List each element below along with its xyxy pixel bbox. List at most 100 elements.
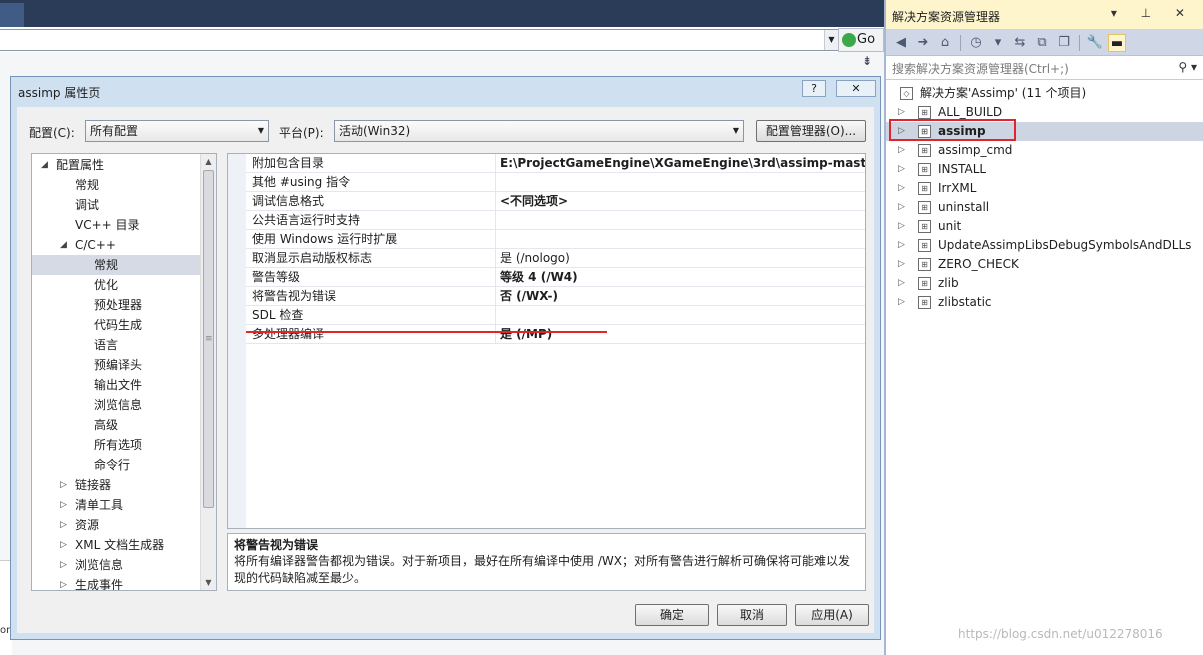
property-row[interactable]: 警告等级 等级 4 (/W4) (246, 268, 865, 287)
nav-item[interactable]: VC++ 目录 (32, 215, 201, 235)
property-row[interactable]: 取消显示启动版权标志 是 (/nologo) (246, 249, 865, 268)
nav-item[interactable]: ▷ 链接器 (32, 475, 201, 495)
apply-button[interactable]: 应用(A) (795, 604, 869, 626)
nav-item[interactable]: 命令行 (32, 455, 201, 475)
project-node[interactable]: ▷ ⊞ ZERO_CHECK (886, 255, 1203, 274)
project-node[interactable]: ▷ ⊞ zlib (886, 274, 1203, 293)
expand-arrow-icon[interactable]: ▷ (60, 535, 67, 555)
collapse-all-icon[interactable]: ⧉ (1033, 34, 1051, 52)
solution-explorer-search-input[interactable]: 搜索解决方案资源管理器(Ctrl+;) ⚲ ▾ (886, 56, 1203, 80)
config-select[interactable]: 所有配置 ▼ (85, 120, 269, 142)
show-all-files-icon[interactable]: ❐ (1055, 34, 1073, 52)
property-value[interactable] (495, 211, 865, 230)
help-button[interactable]: ? (802, 80, 826, 97)
close-button[interactable]: ✕ (836, 80, 876, 97)
property-row[interactable]: 附加包含目录 E:\ProjectGameEngine\XGameEngine\3… (246, 154, 865, 173)
project-node[interactable]: ▷ ⊞ INSTALL (886, 160, 1203, 179)
expand-arrow-icon[interactable]: ▷ (60, 495, 67, 515)
nav-item[interactable]: 常规 (32, 175, 201, 195)
chevron-down-icon[interactable]: ▼ (824, 30, 838, 50)
nav-item[interactable]: ▷ 生成事件 (32, 575, 201, 590)
property-value[interactable]: 等级 4 (/W4) (495, 268, 865, 287)
project-node[interactable]: ▷ ⊞ UpdateAssimpLibsDebugSymbolsAndDLLs (886, 236, 1203, 255)
cancel-button[interactable]: 取消 (717, 604, 787, 626)
back-icon[interactable]: ◀ (892, 34, 910, 52)
property-value[interactable]: 是 (/nologo) (495, 249, 865, 268)
expand-arrow-icon[interactable]: ▷ (898, 160, 905, 179)
nav-item[interactable]: 代码生成 (32, 315, 201, 335)
expand-arrow-icon[interactable]: ▷ (898, 217, 905, 236)
preview-icon[interactable]: ▬ (1108, 33, 1126, 52)
property-value[interactable] (495, 173, 865, 192)
property-value[interactable]: 是 (/MP) (495, 325, 865, 344)
home-icon[interactable]: ⌂ (936, 34, 954, 52)
property-row[interactable]: 使用 Windows 运行时扩展 (246, 230, 865, 249)
property-row[interactable]: 调试信息格式 <不同选项> (246, 192, 865, 211)
project-node[interactable]: ▷ ⊞ zlibstatic (886, 293, 1203, 312)
property-value[interactable] (495, 306, 865, 325)
ok-button[interactable]: 确定 (635, 604, 709, 626)
history-icon[interactable]: ◷ (967, 34, 985, 52)
scroll-down-icon[interactable]: ▼ (201, 575, 216, 590)
nav-item[interactable]: ▷ 清单工具 (32, 495, 201, 515)
panel-window-controls[interactable]: ▾ ⊥ ✕ (1111, 6, 1195, 20)
expand-arrow-icon[interactable]: ▷ (898, 141, 905, 160)
nav-item[interactable]: 浏览信息 (32, 395, 201, 415)
platform-select[interactable]: 活动(Win32) ▼ (334, 120, 744, 142)
pin-icon[interactable]: ⇟ (862, 54, 876, 68)
properties-wrench-icon[interactable]: 🔧 (1086, 34, 1104, 52)
config-manager-button[interactable]: 配置管理器(O)... (756, 120, 866, 142)
project-node[interactable]: ▷ ⊞ uninstall (886, 198, 1203, 217)
expand-arrow-icon[interactable]: ▷ (898, 179, 905, 198)
property-value[interactable]: <不同选项> (495, 192, 865, 211)
expand-arrow-icon[interactable]: ▷ (898, 198, 905, 217)
nav-item[interactable]: 优化 (32, 275, 201, 295)
property-row[interactable]: 公共语言运行时支持 (246, 211, 865, 230)
nav-item[interactable]: 所有选项 (32, 435, 201, 455)
property-value[interactable] (495, 230, 865, 249)
nav-item[interactable]: 调试 (32, 195, 201, 215)
expand-arrow-icon[interactable]: ◢ (41, 155, 48, 175)
project-node[interactable]: ▷ ⊞ IrrXML (886, 179, 1203, 198)
sync-icon[interactable]: ⇆ (1011, 34, 1029, 52)
property-row[interactable]: 其他 #using 指令 (246, 173, 865, 192)
ide-address-field[interactable] (0, 29, 838, 51)
expand-arrow-icon[interactable]: ▷ (898, 236, 905, 255)
property-row[interactable]: 多处理器编译 是 (/MP) (246, 325, 865, 344)
ide-document-tab[interactable] (0, 3, 24, 27)
nav-item-label: C/C++ (75, 238, 116, 252)
expand-arrow-icon[interactable]: ▷ (898, 274, 905, 293)
nav-item[interactable]: 高级 (32, 415, 201, 435)
go-button[interactable]: Go (838, 28, 884, 52)
solution-node[interactable]: ◇ 解决方案'Assimp' (11 个项目) (886, 84, 1203, 103)
project-node[interactable]: ▷ ⊞ assimp_cmd (886, 141, 1203, 160)
nav-item[interactable]: ▷ 资源 (32, 515, 201, 535)
nav-item[interactable]: ▷ XML 文档生成器 (32, 535, 201, 555)
nav-scrollbar[interactable]: ▲ ≡ ▼ (200, 154, 216, 590)
property-row[interactable]: 将警告视为错误 否 (/WX-) (246, 287, 865, 306)
property-value[interactable]: 否 (/WX-) (495, 287, 865, 306)
expand-arrow-icon[interactable]: ▷ (60, 515, 67, 535)
expand-arrow-icon[interactable]: ▷ (898, 255, 905, 274)
expand-arrow-icon[interactable]: ▷ (60, 475, 67, 495)
nav-item[interactable]: ◢ C/C++ (32, 235, 201, 255)
expand-arrow-icon[interactable]: ▷ (60, 575, 67, 590)
project-node[interactable]: ▷ ⊞ unit (886, 217, 1203, 236)
expand-arrow-icon[interactable]: ◢ (60, 235, 67, 255)
scroll-up-icon[interactable]: ▲ (201, 154, 216, 169)
property-value[interactable]: E:\ProjectGameEngine\XGameEngine\3rd\ass… (495, 154, 865, 173)
nav-item[interactable]: ◢ 配置属性 (32, 155, 201, 175)
nav-item[interactable]: 预编译头 (32, 355, 201, 375)
nav-item[interactable]: 语言 (32, 335, 201, 355)
nav-item-label: 优化 (94, 278, 119, 292)
nav-item[interactable]: 预处理器 (32, 295, 201, 315)
chevron-down-icon[interactable]: ▾ (989, 34, 1007, 52)
property-row[interactable]: SDL 检查 (246, 306, 865, 325)
nav-item[interactable]: ▷ 浏览信息 (32, 555, 201, 575)
nav-item[interactable]: 输出文件 (32, 375, 201, 395)
forward-icon[interactable]: ➜ (914, 34, 932, 52)
expand-arrow-icon[interactable]: ▷ (898, 293, 905, 312)
search-icon[interactable]: ⚲ ▾ (1178, 60, 1197, 74)
expand-arrow-icon[interactable]: ▷ (60, 555, 67, 575)
nav-item[interactable]: 常规 (32, 255, 201, 275)
